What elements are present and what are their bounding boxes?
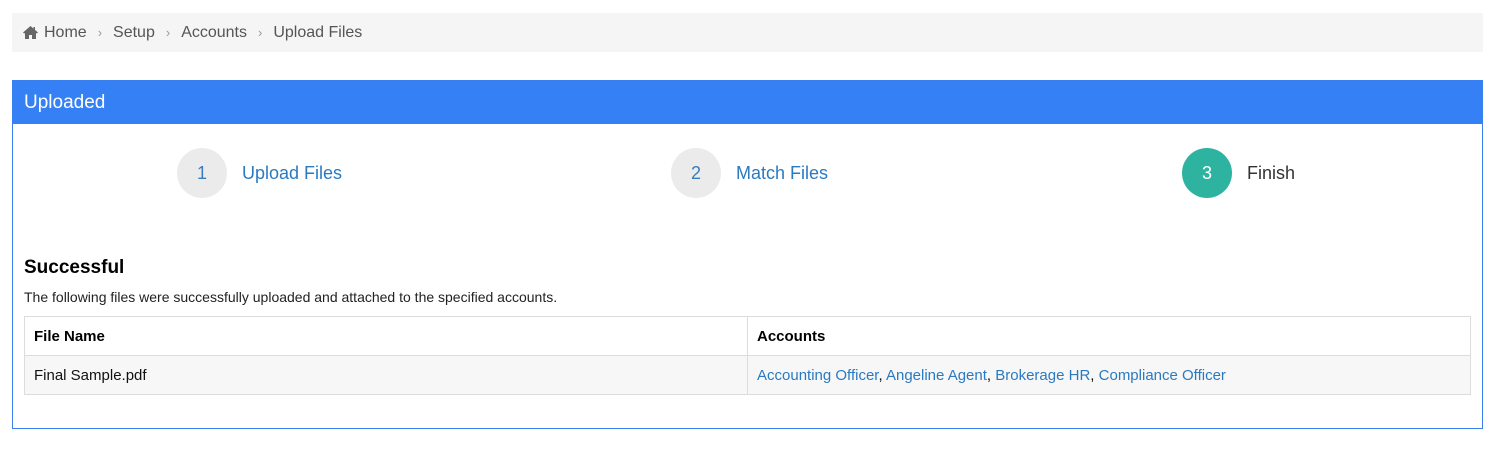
account-link[interactable]: Brokerage HR <box>995 367 1090 384</box>
panel-title: Uploaded <box>24 91 106 113</box>
account-separator: , <box>1090 366 1095 384</box>
breadcrumb-home[interactable]: Home <box>44 24 87 42</box>
breadcrumb: Home › Setup › Accounts › Upload Files <box>12 13 1483 52</box>
breadcrumb-separator: › <box>165 25 171 40</box>
breadcrumb-accounts[interactable]: Accounts <box>181 24 247 42</box>
account-link[interactable]: Accounting Officer <box>757 367 878 384</box>
step-number-circle: 1 <box>177 148 227 198</box>
step-number-circle-active: 3 <box>1182 148 1232 198</box>
step-upload-files[interactable]: 1 Upload Files <box>177 148 342 198</box>
results-table: File Name Accounts Final Sample.pdf Acco… <box>24 316 1471 395</box>
step-number-circle: 2 <box>671 148 721 198</box>
step-finish: 3 Finish <box>1182 148 1295 198</box>
table-row: Final Sample.pdf Accounting Officer, Ang… <box>24 355 1471 395</box>
table-header-row: File Name Accounts <box>24 316 1471 356</box>
accounts-cell: Accounting Officer, Angeline Agent, Brok… <box>747 355 1471 395</box>
result-description: The following files were successfully up… <box>24 289 558 305</box>
step-match-files[interactable]: 2 Match Files <box>671 148 828 198</box>
account-link[interactable]: Angeline Agent <box>886 367 987 384</box>
column-header-file-name: File Name <box>24 316 748 356</box>
step-label-match-files[interactable]: Match Files <box>736 163 828 184</box>
breadcrumb-separator: › <box>258 25 263 40</box>
panel-header: Uploaded <box>13 81 1482 124</box>
result-title: Successful <box>24 257 125 278</box>
breadcrumb-setup[interactable]: Setup <box>113 24 155 42</box>
column-header-accounts: Accounts <box>747 316 1471 356</box>
file-name-cell: Final Sample.pdf <box>24 355 748 395</box>
breadcrumb-upload-files: Upload Files <box>273 23 363 41</box>
breadcrumb-separator: › <box>97 25 103 40</box>
account-separator: , <box>986 366 992 384</box>
account-link[interactable]: Compliance Officer <box>1099 367 1226 384</box>
account-separator: , <box>878 366 883 384</box>
step-label-upload-files[interactable]: Upload Files <box>242 163 342 184</box>
step-label-finish: Finish <box>1247 162 1296 183</box>
home-icon[interactable] <box>22 25 39 40</box>
upload-panel: Uploaded 1 Upload Files 2 Match Files 3 … <box>12 80 1483 429</box>
